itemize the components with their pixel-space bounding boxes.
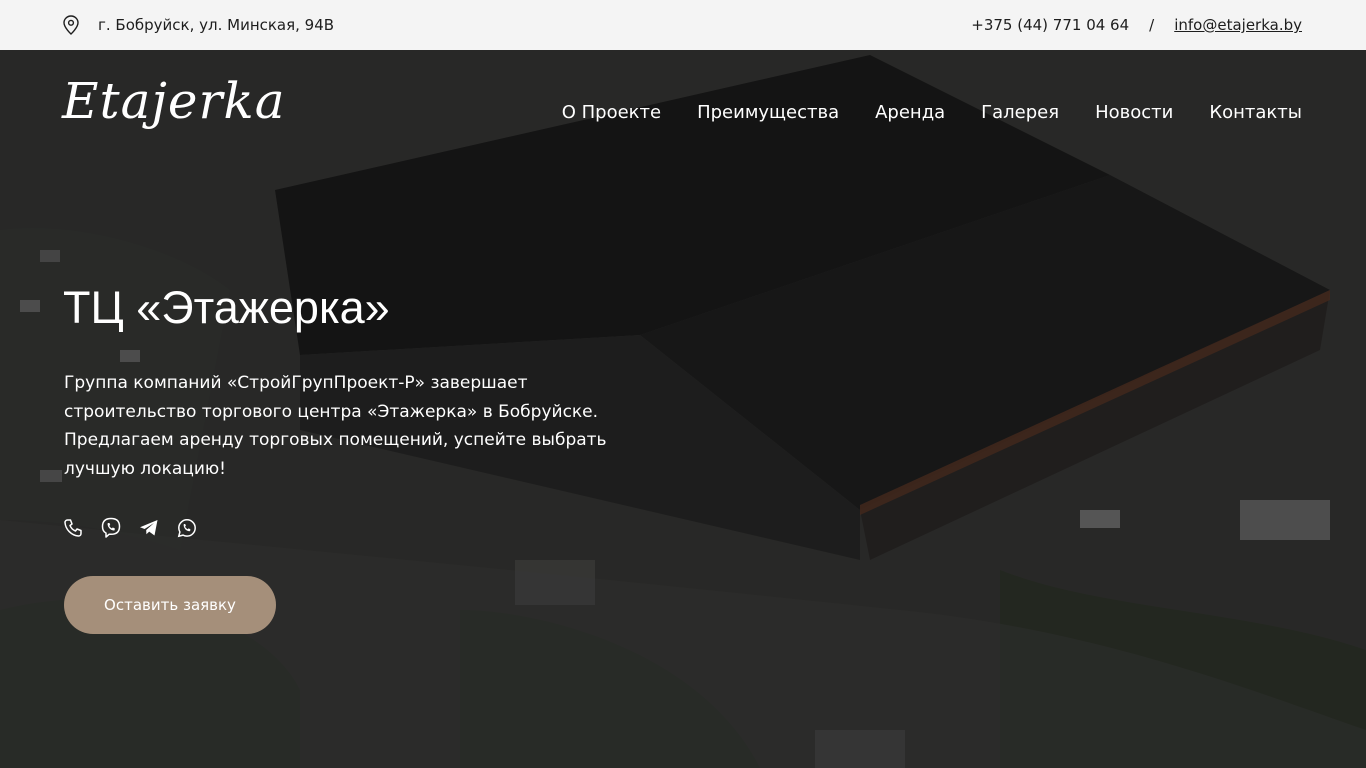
hero-section: Etajerka О Проекте Преимущества Аренда Г… (0, 50, 1366, 768)
nav-item-contacts[interactable]: Контакты (1209, 102, 1302, 123)
social-links (63, 517, 197, 539)
phone-link[interactable]: +375 (44) 771 04 64 (971, 16, 1129, 34)
top-bar: г. Бобруйск, ул. Минская, 94В +375 (44) … (0, 0, 1366, 50)
whatsapp-icon[interactable] (177, 517, 197, 539)
main-nav: О Проекте Преимущества Аренда Галерея Но… (562, 102, 1302, 123)
nav-item-advantages[interactable]: Преимущества (697, 102, 839, 123)
nav-item-gallery[interactable]: Галерея (981, 102, 1059, 123)
telegram-icon[interactable] (139, 517, 159, 539)
viber-icon[interactable] (101, 517, 121, 539)
map-pin-icon (63, 15, 79, 35)
phone-icon[interactable] (63, 517, 83, 539)
hero-title: ТЦ «Этажерка» (63, 282, 390, 333)
nav-item-about[interactable]: О Проекте (562, 102, 661, 123)
hero-description: Группа компаний «СтройГрупПроект-Р» заве… (64, 373, 607, 479)
nav-item-rent[interactable]: Аренда (875, 102, 945, 123)
contacts-block: +375 (44) 771 04 64 / info@etajerka.by (971, 0, 1302, 50)
contacts-separator: / (1149, 16, 1155, 34)
email-link[interactable]: info@etajerka.by (1174, 16, 1302, 34)
nav-item-news[interactable]: Новости (1095, 102, 1173, 123)
submit-request-button[interactable]: Оставить заявку (64, 576, 276, 634)
address-block: г. Бобруйск, ул. Минская, 94В (63, 0, 334, 50)
address-text: г. Бобруйск, ул. Минская, 94В (98, 16, 335, 34)
logo[interactable]: Etajerka (62, 72, 286, 130)
